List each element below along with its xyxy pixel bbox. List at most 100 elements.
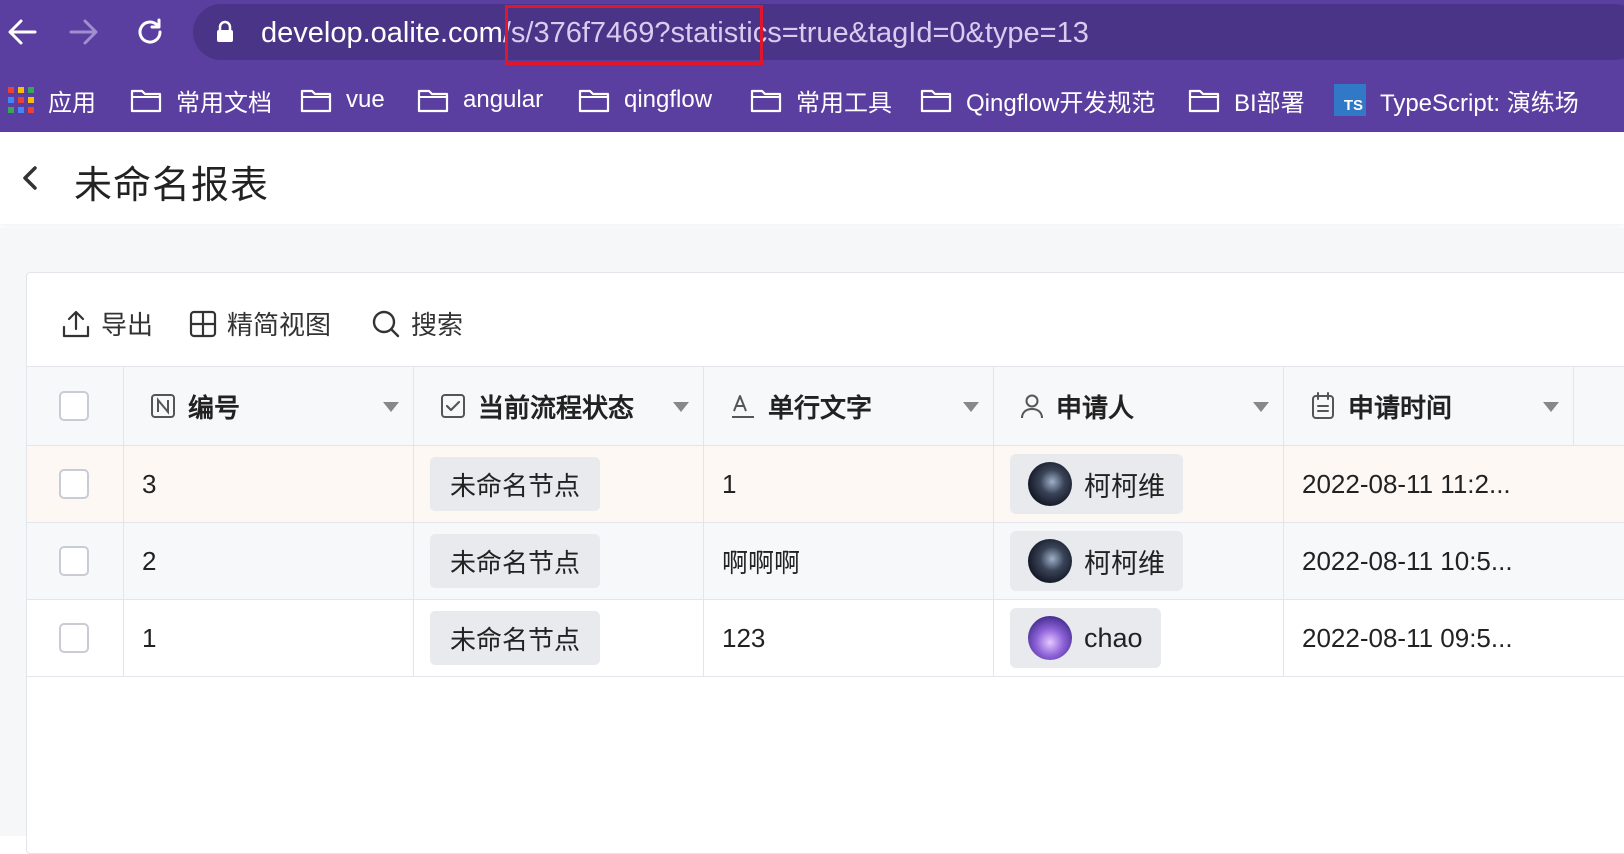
- header-select-cell: [27, 367, 124, 445]
- select-all-checkbox[interactable]: [59, 391, 89, 421]
- sort-caret-icon[interactable]: [1543, 402, 1559, 412]
- bookmark-folder-docs[interactable]: 常用文档: [130, 82, 272, 118]
- bookmark-folder-bi[interactable]: BI部署: [1188, 82, 1305, 118]
- checkbox-status-icon: [441, 394, 465, 418]
- typescript-icon: TS: [1334, 84, 1366, 116]
- cell-applicant: 柯柯维: [994, 523, 1284, 599]
- text-field-icon: [732, 395, 754, 418]
- table-header-row: 编号 当前流程状态 单行文字 申请人 申请时间: [27, 366, 1624, 446]
- applicant-name: chao: [1084, 622, 1143, 653]
- folder-icon: [750, 89, 782, 113]
- bookmark-folder-angular[interactable]: angular: [417, 82, 543, 118]
- back-chevron-icon[interactable]: [18, 164, 42, 197]
- number-field-icon: [151, 394, 175, 418]
- bookmark-label: BI部署: [1234, 89, 1305, 117]
- folder-icon: [417, 89, 449, 113]
- row-select-cell: [27, 523, 124, 599]
- browser-toolbar: develop.oalite.com/s/376f7469?statistics…: [0, 0, 1624, 132]
- sort-caret-icon[interactable]: [1253, 402, 1269, 412]
- sort-caret-icon[interactable]: [673, 402, 689, 412]
- table-row[interactable]: 1 未命名节点 123 chao 2022-08-11 09:5...: [27, 600, 1624, 677]
- bookmark-label: angular: [463, 86, 544, 113]
- row-select-cell: [27, 446, 124, 522]
- cell-applicant: 柯柯维: [994, 446, 1284, 522]
- cell-status: 未命名节点: [414, 523, 704, 599]
- folder-icon: [1188, 89, 1220, 113]
- column-header-number[interactable]: 编号: [124, 367, 414, 445]
- folder-icon: [130, 89, 162, 113]
- lock-icon: [215, 20, 235, 49]
- cell-number: 3: [124, 446, 414, 522]
- applicant-name: 柯柯维: [1084, 471, 1165, 502]
- address-bar[interactable]: develop.oalite.com/s/376f7469?statistics…: [193, 4, 1624, 60]
- column-label: 编号: [188, 392, 241, 423]
- table-row[interactable]: 3 未命名节点 1 柯柯维 2022-08-11 11:2...: [27, 446, 1624, 523]
- bookmark-folder-qingflow-spec[interactable]: Qingflow开发规范: [920, 82, 1155, 118]
- cell-time: 2022-08-11 10:5...: [1302, 545, 1513, 576]
- bookmark-label: Qingflow开发规范: [966, 89, 1156, 117]
- apps-grid-icon: [8, 87, 34, 113]
- status-tag: 未命名节点: [430, 611, 601, 665]
- forward-arrow-icon[interactable]: [62, 10, 106, 54]
- bookmark-typescript[interactable]: TS TypeScript: 演练场: [1334, 82, 1579, 118]
- status-tag: 未命名节点: [430, 534, 601, 588]
- column-header-text[interactable]: 单行文字: [704, 367, 994, 445]
- applicant-chip[interactable]: 柯柯维: [1010, 454, 1183, 514]
- search-label: 搜索: [411, 310, 464, 340]
- applicant-chip[interactable]: chao: [1010, 608, 1161, 668]
- export-label: 导出: [101, 310, 154, 340]
- bookmark-label: 常用文档: [176, 89, 272, 117]
- column-header-time[interactable]: 申请时间: [1284, 367, 1574, 445]
- cell-text: 1: [704, 446, 994, 522]
- bookmark-label: qingflow: [624, 86, 713, 113]
- page-header: 未命名报表: [0, 132, 1624, 224]
- cell-time: 2022-08-11 09:5...: [1302, 622, 1513, 653]
- applicant-name: 柯柯维: [1084, 548, 1165, 579]
- column-label: 当前流程状态: [478, 392, 635, 423]
- column-label: 单行文字: [768, 392, 873, 423]
- table-row[interactable]: 2 未命名节点 啊啊啊 柯柯维 2022-08-11 10:5...: [27, 523, 1624, 600]
- bookmark-apps[interactable]: 应用: [8, 82, 96, 118]
- search-icon: [372, 310, 400, 337]
- bookmark-label: 应用: [48, 89, 96, 117]
- column-header-status[interactable]: 当前流程状态: [414, 367, 704, 445]
- report-panel: 导出 精简视图 搜索 编号 当前流程状态 单行文字 申请人 申请时间 3 未命名…: [26, 272, 1624, 854]
- sort-caret-icon[interactable]: [383, 402, 399, 412]
- annotation-highlight-box: [505, 5, 763, 65]
- grid-view-icon: [189, 310, 217, 337]
- folder-icon: [920, 89, 952, 113]
- back-arrow-icon[interactable]: [0, 10, 44, 54]
- column-label: 申请人: [1056, 392, 1135, 423]
- search-button[interactable]: 搜索: [371, 305, 463, 342]
- row-checkbox[interactable]: [59, 469, 89, 499]
- cell-text: 啊啊啊: [704, 523, 994, 599]
- page-title: 未命名报表: [74, 165, 270, 207]
- folder-icon: [578, 89, 610, 113]
- calendar-icon: [1312, 392, 1334, 419]
- applicant-chip[interactable]: 柯柯维: [1010, 531, 1183, 591]
- avatar: [1028, 539, 1072, 583]
- export-button[interactable]: 导出: [61, 305, 153, 342]
- user-icon: [1021, 394, 1043, 419]
- compact-view-button[interactable]: 精简视图: [189, 305, 331, 342]
- column-label: 申请时间: [1348, 392, 1453, 423]
- bookmark-folder-vue[interactable]: vue: [300, 82, 385, 118]
- bookmark-folder-qingflow[interactable]: qingflow: [578, 82, 712, 118]
- cell-text: 123: [704, 600, 994, 676]
- sort-caret-icon[interactable]: [963, 402, 979, 412]
- row-checkbox[interactable]: [59, 623, 89, 653]
- cell-status: 未命名节点: [414, 600, 704, 676]
- cell-number: 2: [124, 523, 414, 599]
- url-host: develop.oalite.com: [261, 17, 503, 49]
- avatar: [1028, 616, 1072, 660]
- bookmark-label: vue: [346, 86, 385, 113]
- row-checkbox[interactable]: [59, 546, 89, 576]
- cell-number: 1: [124, 600, 414, 676]
- bookmark-label: 常用工具: [796, 89, 892, 117]
- reload-icon[interactable]: [128, 10, 172, 54]
- bookmark-folder-tools[interactable]: 常用工具: [750, 82, 892, 118]
- folder-icon: [300, 89, 332, 113]
- compact-view-label: 精简视图: [227, 310, 332, 340]
- column-header-applicant[interactable]: 申请人: [994, 367, 1284, 445]
- bookmark-label: TypeScript: 演练场: [1380, 89, 1579, 117]
